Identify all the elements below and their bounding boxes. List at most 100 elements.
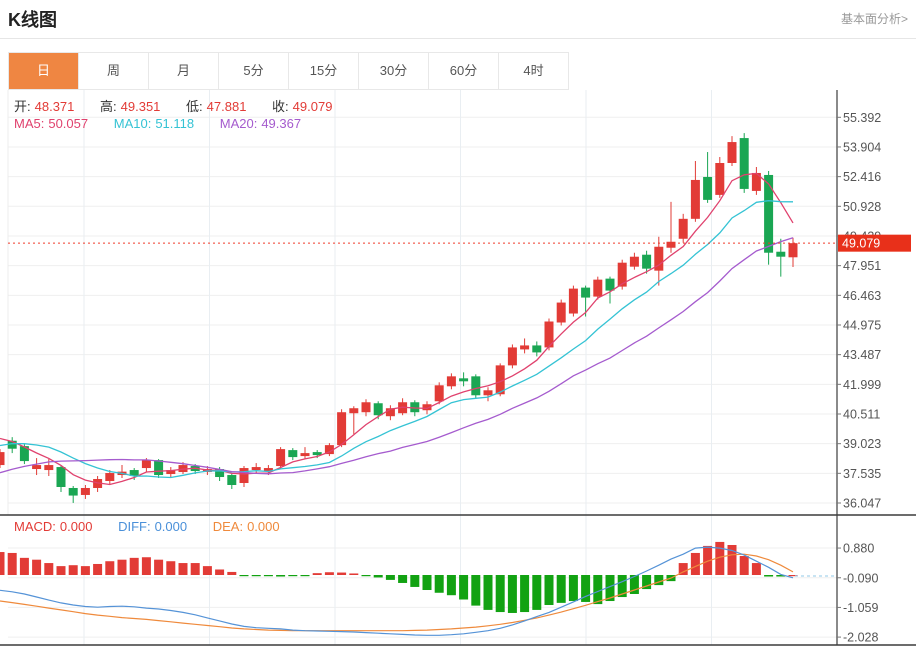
macd-bar: [520, 575, 529, 612]
ma-row: MA5:50.057 MA10:51.118 MA20:49.367: [14, 116, 305, 131]
macd-bar: [264, 575, 273, 576]
macd-bar: [508, 575, 517, 613]
macd-axis-tick: 0.880: [843, 542, 874, 556]
macd-bar: [349, 573, 358, 575]
price-axis-tick: 47.951: [843, 259, 881, 273]
macd-bar: [118, 560, 127, 575]
macd-bar: [691, 553, 700, 575]
macd-bar: [337, 573, 346, 575]
candle-body: [435, 385, 444, 401]
macd-bar: [203, 566, 212, 575]
candle-body: [776, 252, 785, 257]
current-price-label: 49.079: [842, 237, 880, 251]
macd-bar: [764, 575, 773, 577]
candle-body: [252, 467, 261, 470]
macd-bar: [484, 575, 493, 610]
macd-bar: [435, 575, 444, 593]
macd-bar: [362, 575, 371, 576]
dea-value: 0.000: [247, 519, 280, 534]
price-axis-tick: 55.392: [843, 111, 881, 125]
candle-body: [44, 465, 53, 470]
price-axis-tick: 44.975: [843, 318, 881, 332]
candle-body: [520, 345, 529, 349]
high-value: 49.351: [121, 99, 161, 114]
candle-body: [81, 488, 90, 495]
candle-body: [362, 402, 371, 412]
price-axis-tick: 36.047: [843, 497, 881, 511]
macd-bar: [215, 569, 224, 575]
macd-bar: [166, 561, 175, 575]
candle-body: [240, 468, 249, 483]
candle-body: [642, 255, 651, 269]
candle-body: [618, 263, 627, 287]
macd-bar: [154, 560, 163, 575]
macd-bar: [447, 575, 456, 595]
candle-body: [532, 345, 541, 352]
macd-bar: [69, 565, 78, 575]
macd-bar: [301, 575, 310, 576]
macd-bar: [191, 563, 200, 575]
ma10-label: MA10:: [114, 116, 152, 131]
macd-bar: [593, 575, 602, 604]
price-axis-tick: 53.904: [843, 140, 881, 154]
candle-body: [105, 473, 114, 481]
macd-bar: [93, 564, 102, 575]
price-axis-tick: 43.487: [843, 348, 881, 362]
candle-body: [447, 376, 456, 386]
open-value: 48.371: [35, 99, 75, 114]
macd-bar: [410, 575, 419, 587]
candle-body: [349, 408, 358, 413]
macd-bar: [8, 553, 17, 575]
macd-bar: [105, 561, 114, 575]
macd-bar: [471, 575, 480, 606]
macd-bar: [57, 566, 66, 575]
candle-body: [691, 180, 700, 219]
candle-body: [606, 279, 615, 291]
candle-body: [32, 465, 41, 469]
candle-body: [57, 467, 66, 487]
candle-body: [789, 243, 798, 257]
close-value: 49.079: [293, 99, 333, 114]
macd-bar: [740, 556, 749, 575]
macd-bar: [532, 575, 541, 610]
candle-body: [630, 257, 639, 267]
macd-bar: [545, 575, 554, 605]
macd-bar: [398, 575, 407, 583]
ohlc-row: 开:48.371 高:49.351 低:47.881 收:49.079: [14, 96, 336, 115]
diff-label: DIFF:: [118, 519, 151, 534]
macd-bar: [325, 572, 334, 575]
macd-bar: [313, 573, 322, 575]
macd-bar: [179, 563, 188, 575]
macd-bar: [227, 572, 236, 575]
macd-bar: [240, 575, 249, 576]
macd-bar: [386, 575, 395, 580]
price-axis-tick: 37.535: [843, 467, 881, 481]
candle-body: [508, 347, 517, 365]
candle-body: [484, 390, 493, 395]
low-label: 低:: [186, 99, 203, 114]
candle-body: [154, 460, 163, 475]
candle-body: [142, 460, 151, 468]
macd-bar: [496, 575, 505, 612]
macd-bar: [423, 575, 432, 590]
ma10-value: 51.118: [155, 116, 194, 131]
price-axis-tick: 50.928: [843, 200, 881, 214]
candle-body: [740, 138, 749, 189]
macd-bar: [81, 566, 90, 575]
candle-body: [679, 219, 688, 239]
price-axis-tick: 46.463: [843, 289, 881, 303]
macd-bar: [752, 563, 761, 575]
macd-bar: [0, 552, 5, 575]
macd-bar: [44, 563, 53, 575]
candle-body: [301, 453, 310, 456]
price-axis-tick: 41.999: [843, 378, 881, 392]
ma20-line: [0, 238, 793, 474]
candle-body: [288, 450, 297, 457]
candle-body: [471, 376, 480, 395]
macd-axis-tick: -2.028: [843, 631, 878, 645]
price-axis-tick: 39.023: [843, 437, 881, 451]
macd-bar: [288, 575, 297, 576]
ma20-value: 49.367: [261, 116, 301, 131]
candle-body: [69, 488, 78, 496]
macd-bar: [569, 575, 578, 601]
